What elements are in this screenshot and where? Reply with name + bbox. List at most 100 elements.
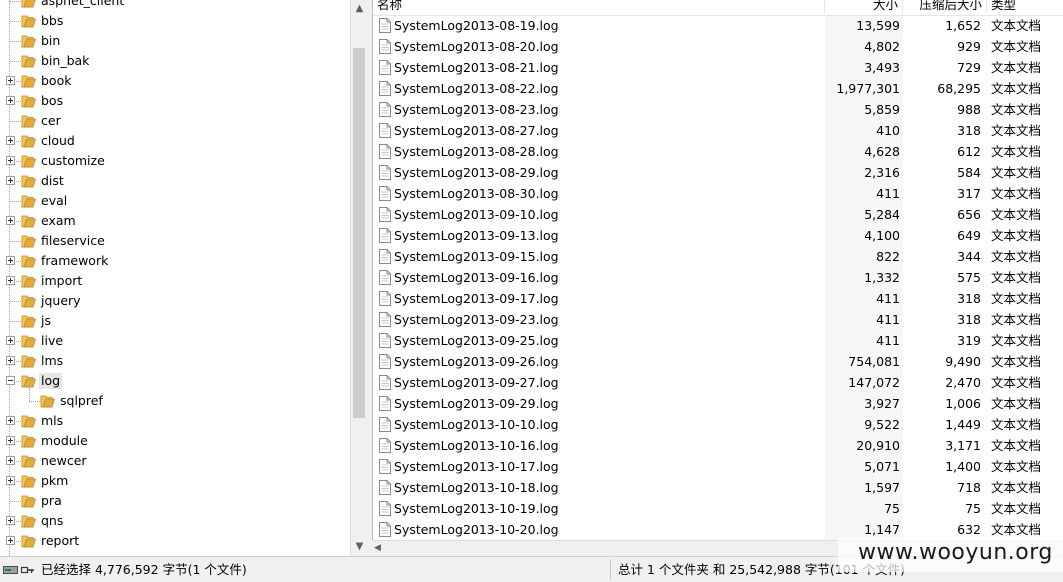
- expand-icon[interactable]: [6, 456, 15, 465]
- file-row[interactable]: SystemLog2013-08-22.log 1,977,301 68,295 文本…: [373, 78, 1063, 99]
- tree-item-label[interactable]: eval: [39, 193, 69, 209]
- file-name[interactable]: SystemLog2013-09-17.log: [394, 290, 559, 307]
- tree-item-label[interactable]: framework: [39, 253, 110, 269]
- tree-item-label[interactable]: bin_bak: [39, 53, 91, 69]
- tree-item-label[interactable]: dist: [39, 173, 66, 189]
- tree-item[interactable]: sqlpref: [0, 385, 350, 411]
- file-name[interactable]: SystemLog2013-08-22.log: [394, 80, 559, 97]
- tree-item[interactable]: cer: [0, 111, 350, 131]
- tree-item[interactable]: eval: [0, 191, 350, 211]
- file-row[interactable]: SystemLog2013-10-16.log 20,910 3,171 文本文档: [373, 435, 1063, 456]
- file-name[interactable]: SystemLog2013-10-10.log: [394, 416, 559, 433]
- file-row[interactable]: SystemLog2013-09-25.log 411 319 文本文档: [373, 330, 1063, 351]
- file-row[interactable]: SystemLog2013-09-13.log 4,100 649 文本文档: [373, 225, 1063, 246]
- tree-item-label[interactable]: fileservice: [39, 233, 107, 249]
- tree-item[interactable]: cloud: [0, 131, 350, 151]
- file-name[interactable]: SystemLog2013-09-26.log: [394, 353, 559, 370]
- tree-item[interactable]: mls: [0, 411, 350, 431]
- tree-item[interactable]: bin: [0, 31, 350, 51]
- tree-item[interactable]: book: [0, 71, 350, 91]
- file-row[interactable]: SystemLog2013-10-17.log 5,071 1,400 文本文档: [373, 456, 1063, 477]
- scrollbar-thumb[interactable]: [353, 48, 365, 418]
- file-row[interactable]: SystemLog2013-10-10.log 9,522 1,449 文本文档: [373, 414, 1063, 435]
- tree-item[interactable]: pra: [0, 491, 350, 511]
- expand-icon[interactable]: [6, 256, 15, 265]
- file-row[interactable]: SystemLog2013-08-28.log 4,628 612 文本文档: [373, 141, 1063, 162]
- file-name[interactable]: SystemLog2013-08-23.log: [394, 101, 559, 118]
- tree-item-label[interactable]: bos: [39, 93, 65, 109]
- expand-icon[interactable]: [6, 136, 15, 145]
- tree-item[interactable]: customize: [0, 151, 350, 171]
- file-row[interactable]: SystemLog2013-09-27.log 147,072 2,470 文本文档: [373, 372, 1063, 393]
- tree-item[interactable]: module: [0, 431, 350, 451]
- file-row[interactable]: SystemLog2013-09-23.log 411 318 文本文档: [373, 309, 1063, 330]
- tree-item-label[interactable]: pra: [39, 493, 64, 509]
- file-name[interactable]: SystemLog2013-10-18.log: [394, 479, 559, 496]
- tree-item-label[interactable]: bin: [39, 33, 62, 49]
- file-name[interactable]: SystemLog2013-09-13.log: [394, 227, 559, 244]
- file-row[interactable]: SystemLog2013-09-17.log 411 318 文本文档: [373, 288, 1063, 309]
- tree-item-label[interactable]: qns: [39, 513, 65, 529]
- tree-item[interactable]: pkm: [0, 471, 350, 491]
- collapse-icon[interactable]: [6, 376, 15, 385]
- expand-icon[interactable]: [6, 96, 15, 105]
- tree-item-label[interactable]: cloud: [39, 133, 77, 149]
- tree-item-label[interactable]: jquery: [39, 293, 83, 309]
- tree-item-label[interactable]: newcer: [39, 453, 89, 469]
- file-name[interactable]: SystemLog2013-09-27.log: [394, 374, 559, 391]
- tree-item-label[interactable]: aspnet_client: [39, 0, 126, 9]
- file-row[interactable]: SystemLog2013-10-20.log 1,147 632 文本文档: [373, 519, 1063, 540]
- expand-icon[interactable]: [6, 176, 15, 185]
- file-name[interactable]: SystemLog2013-09-25.log: [394, 332, 559, 349]
- tree-item[interactable]: dist: [0, 171, 350, 191]
- file-name[interactable]: SystemLog2013-09-23.log: [394, 311, 559, 328]
- expand-icon[interactable]: [6, 156, 15, 165]
- expand-icon[interactable]: [6, 536, 15, 545]
- file-name[interactable]: SystemLog2013-09-16.log: [394, 269, 559, 286]
- tree-item[interactable]: framework: [0, 251, 350, 271]
- expand-icon[interactable]: [6, 356, 15, 365]
- file-name[interactable]: SystemLog2013-08-29.log: [394, 164, 559, 181]
- file-name[interactable]: SystemLog2013-10-16.log: [394, 437, 559, 454]
- tree-item[interactable]: fileservice: [0, 231, 350, 251]
- tree-item[interactable]: import: [0, 271, 350, 291]
- expand-icon[interactable]: [6, 516, 15, 525]
- header-name[interactable]: 名称: [373, 0, 825, 14]
- expand-icon[interactable]: [6, 216, 15, 225]
- tree-item-label[interactable]: live: [39, 333, 65, 349]
- tree-item[interactable]: lms: [0, 351, 350, 371]
- tree-item-label[interactable]: mls: [39, 413, 65, 429]
- file-row[interactable]: SystemLog2013-09-16.log 1,332 575 文本文档: [373, 267, 1063, 288]
- file-row[interactable]: SystemLog2013-10-18.log 1,597 718 文本文档: [373, 477, 1063, 498]
- file-row[interactable]: SystemLog2013-08-19.log 13,599 1,652 文本文档: [373, 15, 1063, 36]
- tree-item[interactable]: log: [0, 371, 350, 391]
- tree-vertical-scrollbar[interactable]: ▲ ▼: [350, 0, 367, 556]
- tree-item-label[interactable]: report: [39, 533, 81, 549]
- tree-item-label[interactable]: sqlpref: [58, 393, 105, 409]
- file-row[interactable]: SystemLog2013-08-20.log 4,802 929 文本文档: [373, 36, 1063, 57]
- tree-item-label[interactable]: import: [39, 273, 84, 289]
- expand-icon[interactable]: [6, 76, 15, 85]
- tree-item-label[interactable]: js: [39, 313, 53, 329]
- file-row[interactable]: SystemLog2013-08-23.log 5,859 988 文本文档: [373, 99, 1063, 120]
- tree-item-label[interactable]: pkm: [39, 473, 70, 489]
- expand-icon[interactable]: [6, 416, 15, 425]
- file-row[interactable]: SystemLog2013-08-21.log 3,493 729 文本文档: [373, 57, 1063, 78]
- file-row[interactable]: SystemLog2013-09-29.log 3,927 1,006 文本文档: [373, 393, 1063, 414]
- file-row[interactable]: SystemLog2013-09-10.log 5,284 656 文本文档: [373, 204, 1063, 225]
- tree-item-label[interactable]: customize: [39, 153, 107, 169]
- expand-icon[interactable]: [6, 436, 15, 445]
- file-name[interactable]: SystemLog2013-08-21.log: [394, 59, 559, 76]
- tree-item-label[interactable]: cer: [39, 113, 63, 129]
- tree-item-label[interactable]: lms: [39, 353, 65, 369]
- tree-item[interactable]: report: [0, 531, 350, 551]
- file-row[interactable]: SystemLog2013-09-26.log 754,081 9,490 文本文档: [373, 351, 1063, 372]
- tree-item[interactable]: bin_bak: [0, 51, 350, 71]
- expand-icon[interactable]: [6, 476, 15, 485]
- folder-tree[interactable]: aspnet_clientbbs bin bin_bakbook bos cer clou…: [0, 0, 350, 556]
- file-name[interactable]: SystemLog2013-10-20.log: [394, 521, 559, 538]
- header-size[interactable]: 大小: [825, 0, 903, 14]
- file-row[interactable]: SystemLog2013-10-19.log 75 75 文本文档: [373, 498, 1063, 519]
- tree-item[interactable]: bbs: [0, 11, 350, 31]
- tree-item[interactable]: exam: [0, 211, 350, 231]
